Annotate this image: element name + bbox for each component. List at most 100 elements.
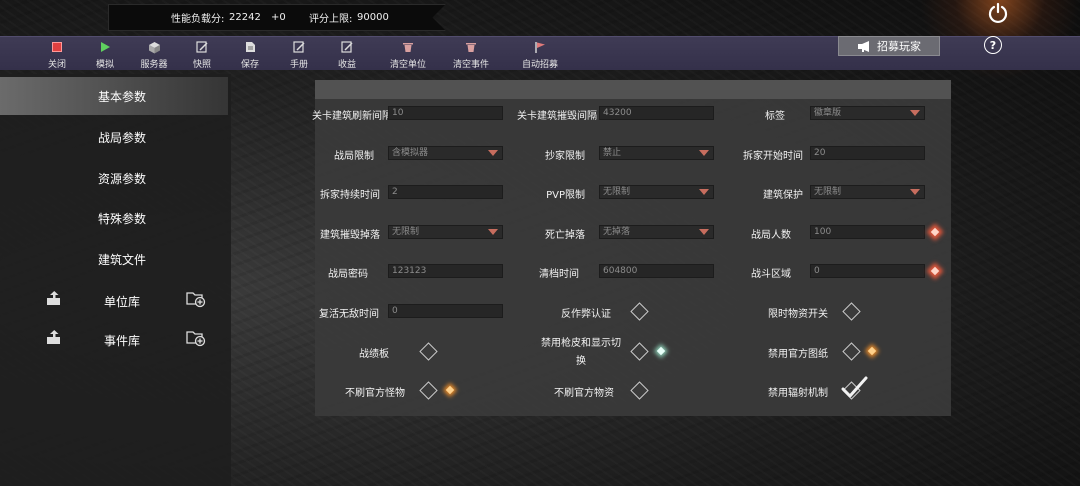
perf-delta: +0 (271, 12, 286, 23)
limited-supply-checkbox[interactable] (842, 302, 861, 321)
dropdown-arrow-icon (488, 150, 498, 156)
help-icon[interactable]: ? (984, 36, 1002, 54)
sidebar-item-label: 特殊参数 (98, 211, 147, 226)
raid-duration-input[interactable]: 2 (388, 185, 503, 199)
building-refresh-interval-label: 关卡建筑刷新间隔 (312, 111, 392, 122)
unit-library-row[interactable]: 单位库 (0, 289, 231, 313)
stop-icon (52, 42, 62, 52)
trash-icon (403, 43, 413, 52)
respawn-invincible-input[interactable]: 0 (388, 304, 503, 318)
megaphone-icon (858, 40, 869, 52)
dropdown-arrow-icon (910, 110, 920, 116)
match-players-input[interactable]: 100 (810, 225, 925, 239)
match-limit-value: 含模拟器 (392, 148, 429, 158)
cube-icon (148, 41, 160, 53)
pvp-limit-label: PVP限制 (546, 190, 585, 201)
wipe-time-input[interactable]: 604800 (599, 264, 714, 278)
sidebar-item-building-files[interactable]: 建筑文件 (0, 240, 231, 278)
settings-panel: 关卡建筑刷新间隔 10 关卡建筑摧毁间隔 43200 标签 徽章版 战局限制 含… (312, 80, 951, 416)
limited-supply-label: 限时物资开关 (768, 309, 828, 320)
indicator-glow-icon (930, 266, 940, 276)
power-button[interactable] (984, 0, 1012, 26)
raid-limit-label: 抄家限制 (545, 151, 585, 162)
dropdown-arrow-icon (488, 229, 498, 235)
add-folder-icon[interactable] (186, 329, 206, 347)
sidebar-item-match-params[interactable]: 战局参数 (0, 118, 231, 156)
score-bar: 性能负载分: 22242 +0 评分上限: 90000 (108, 4, 446, 31)
auto-recruit-button[interactable]: 自动招募 (508, 37, 572, 71)
sidebar-item-resource-params[interactable]: 资源参数 (0, 159, 231, 197)
score-limit-value: 90000 (357, 12, 389, 23)
event-library-label: 事件库 (104, 334, 141, 348)
edit-icon (341, 41, 353, 53)
sidebar-item-special-params[interactable]: 特殊参数 (0, 199, 231, 237)
checkmark-icon (841, 376, 868, 398)
building-destroy-drop-label: 建筑摧毁掉落 (320, 230, 380, 241)
sidebar: 基本参数 战局参数 资源参数 特殊参数 建筑文件 单位库 事件库 (0, 74, 231, 486)
raid-limit-dropdown[interactable]: 禁止 (599, 146, 714, 160)
wipe-time-label: 清档时间 (539, 269, 579, 280)
raid-limit-value: 禁止 (603, 148, 622, 158)
simulate-label: 模拟 (95, 60, 114, 70)
no-official-monsters-checkbox[interactable] (419, 381, 438, 400)
match-password-input[interactable]: 123123 (388, 264, 503, 278)
raid-start-time-input[interactable]: 20 (810, 146, 925, 160)
edit-icon (196, 41, 208, 53)
manual-label: 手册 (289, 60, 308, 70)
perf-value: 22242 (229, 12, 261, 23)
clear-units-button[interactable]: 清空单位 (376, 37, 440, 71)
disable-official-blueprint-checkbox[interactable] (842, 342, 861, 361)
tag-label: 标签 (765, 111, 785, 122)
match-limit-label: 战局限制 (334, 151, 374, 162)
sidebar-item-basic-params[interactable]: 基本参数 (0, 77, 231, 115)
perf-label: 性能负载分: (171, 14, 225, 25)
pvp-limit-dropdown[interactable]: 无限制 (599, 185, 714, 199)
indicator-glow-icon (867, 346, 877, 356)
raid-duration-label: 拆家持续时间 (320, 190, 380, 201)
event-library-row[interactable]: 事件库 (0, 328, 231, 352)
flag-icon (534, 41, 545, 53)
revenue-label: 收益 (337, 60, 356, 70)
disable-radiation-label: 禁用辐射机制 (768, 388, 828, 399)
match-password-label: 战局密码 (328, 269, 368, 280)
building-destroy-drop-value: 无限制 (392, 227, 420, 237)
recruit-players-button[interactable]: 招募玩家 (838, 36, 940, 56)
respawn-invincible-label: 复活无敌时间 (319, 309, 379, 320)
indicator-glow-icon (930, 227, 940, 237)
close-label: 关闭 (47, 60, 66, 70)
building-destroy-drop-dropdown[interactable]: 无限制 (388, 225, 503, 239)
sidebar-item-label: 基本参数 (98, 89, 147, 104)
battle-zone-input[interactable]: 0 (810, 264, 925, 278)
match-players-label: 战局人数 (751, 230, 791, 241)
clear-events-button[interactable]: 清空事件 (439, 37, 503, 71)
scoreboard-label: 战绩板 (359, 349, 389, 360)
building-protection-dropdown[interactable]: 无限制 (810, 185, 925, 199)
import-icon (47, 291, 60, 305)
match-limit-dropdown[interactable]: 含模拟器 (388, 146, 503, 160)
dropdown-arrow-icon (699, 189, 709, 195)
disable-official-blueprint-label: 禁用官方图纸 (768, 349, 828, 360)
add-folder-icon[interactable] (186, 290, 206, 308)
no-official-monsters-label: 不刷官方怪物 (345, 388, 405, 399)
anti-cheat-checkbox[interactable] (630, 302, 649, 321)
dropdown-arrow-icon (699, 150, 709, 156)
building-protection-value: 无限制 (814, 187, 842, 197)
death-drop-label: 死亡掉落 (545, 230, 585, 241)
unit-library-label: 单位库 (104, 295, 141, 309)
trash-icon (466, 43, 476, 52)
building-destroy-interval-input[interactable]: 43200 (599, 106, 714, 120)
death-drop-value: 无掉落 (603, 227, 631, 237)
no-official-supplies-label: 不刷官方物资 (554, 388, 614, 399)
scoreboard-checkbox[interactable] (419, 342, 438, 361)
building-refresh-interval-input[interactable]: 10 (388, 106, 503, 120)
revenue-button[interactable]: 收益 (315, 37, 379, 71)
tag-dropdown[interactable]: 徽章版 (810, 106, 925, 120)
sidebar-item-label: 战局参数 (98, 130, 147, 145)
sidebar-item-label: 资源参数 (98, 171, 147, 186)
import-icon (47, 330, 60, 344)
snapshot-label: 快照 (192, 60, 211, 70)
disable-skin-switch-checkbox[interactable] (630, 342, 649, 361)
document-icon (246, 42, 255, 52)
no-official-supplies-checkbox[interactable] (630, 381, 649, 400)
death-drop-dropdown[interactable]: 无掉落 (599, 225, 714, 239)
